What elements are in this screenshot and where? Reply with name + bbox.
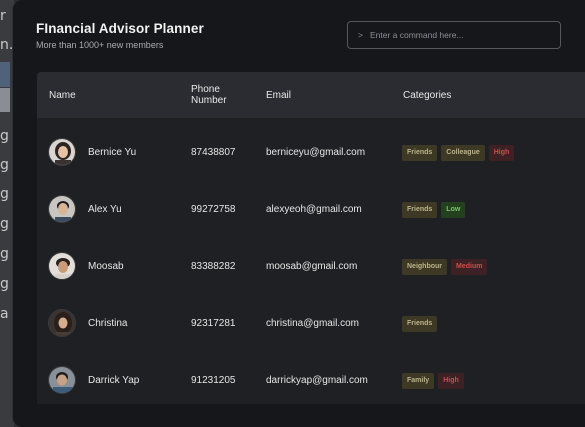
command-box[interactable]: > — [347, 21, 561, 49]
app-subtitle: More than 1000+ new members — [36, 40, 164, 50]
prompt-icon: > — [358, 30, 363, 40]
table-header: Name Phone Number Email Categories — [37, 72, 585, 118]
table-row[interactable]: Christina 92317281 christina@gmail.com F… — [37, 295, 585, 352]
contact-email: christina@gmail.com — [266, 318, 359, 329]
app-title: FInancial Advisor Planner — [36, 21, 204, 36]
category-tag: Friends — [402, 315, 438, 332]
avatar — [48, 366, 76, 394]
contact-email: moosab@gmail.com — [266, 261, 358, 272]
priority-tag: High — [438, 372, 464, 389]
category-tags: Neighbour Medium — [402, 238, 488, 295]
command-input[interactable] — [369, 30, 550, 40]
contact-phone: 91231205 — [191, 375, 236, 386]
category-tag: Friends — [402, 144, 438, 161]
contact-email: alexyeoh@gmail.com — [266, 204, 362, 215]
category-tag: Colleague — [441, 144, 485, 161]
contact-name: Christina — [88, 318, 128, 329]
column-header-categories: Categories — [403, 90, 452, 101]
background-panel — [0, 62, 10, 87]
avatar — [48, 138, 76, 166]
contact-name: Moosab — [88, 261, 124, 272]
category-tags: Friends — [402, 295, 438, 352]
priority-tag: Low — [441, 201, 466, 218]
category-tag: Neighbour — [402, 258, 447, 275]
contact-phone: 87438807 — [191, 147, 236, 158]
avatar — [48, 252, 76, 280]
contacts-table: Bernice Yu 87438807 berniceyu@gmail.com … — [37, 118, 585, 404]
column-header-email: Email — [266, 90, 292, 101]
table-row[interactable]: Alex Yu 99272758 alexyeoh@gmail.com Frie… — [37, 181, 585, 238]
table-row[interactable]: Darrick Yap 91231205 darrickyap@gmail.co… — [37, 352, 585, 409]
contact-name: Bernice Yu — [88, 147, 137, 158]
priority-tag: Medium — [451, 258, 488, 275]
priority-tag: High — [488, 144, 515, 161]
column-header-name: Name — [49, 90, 76, 101]
avatar — [48, 195, 76, 223]
contact-name: Darrick Yap — [88, 375, 140, 386]
background-panel — [0, 88, 10, 112]
contact-phone: 92317281 — [191, 318, 236, 329]
avatar — [48, 309, 76, 337]
category-tags: Family High — [402, 352, 464, 409]
contact-phone: 83388282 — [191, 261, 236, 272]
category-tag: Friends — [402, 201, 438, 218]
table-row[interactable]: Moosab 83388282 moosab@gmail.com Neighbo… — [37, 238, 585, 295]
column-header-phone: Phone Number — [191, 84, 227, 106]
category-tag: Family — [402, 372, 435, 389]
contact-email: darrickyap@gmail.com — [266, 375, 368, 386]
contact-name: Alex Yu — [88, 204, 122, 215]
window-footer — [13, 404, 585, 427]
category-tags: Friends Colleague High — [402, 124, 515, 181]
planner-window: FInancial Advisor Planner More than 1000… — [12, 0, 585, 427]
table-row[interactable]: Bernice Yu 87438807 berniceyu@gmail.com … — [37, 124, 585, 181]
contact-phone: 99272758 — [191, 204, 236, 215]
category-tags: Friends Low — [402, 181, 466, 238]
contact-email: berniceyu@gmail.com — [266, 147, 366, 158]
